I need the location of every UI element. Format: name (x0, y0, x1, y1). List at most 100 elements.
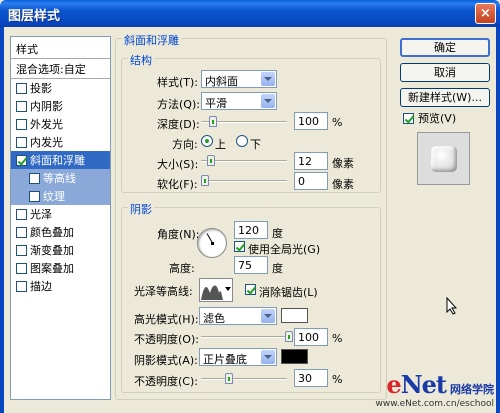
slider-thumb[interactable] (225, 373, 233, 384)
style-item-label: 斜面和浮雕 (30, 154, 85, 167)
chevron-down-icon[interactable] (261, 350, 275, 364)
gloss-contour-picker[interactable] (199, 278, 233, 302)
highlight-color-swatch[interactable] (281, 308, 308, 323)
shadow-mode-select[interactable]: 正片叠底 (199, 348, 277, 366)
style-item-texture[interactable]: 纹理 (11, 187, 110, 205)
soften-input[interactable]: 0 (294, 172, 328, 190)
chevron-down-icon[interactable] (261, 72, 275, 86)
checkbox[interactable] (16, 244, 27, 256)
style-item-label: 图案叠加 (30, 262, 74, 275)
slider-track (201, 180, 287, 182)
watermark: eNet 网络学院 www.eNet.com.cn/eschool (376, 370, 494, 409)
global-light-checkbox[interactable] (234, 241, 245, 252)
slider-thumb[interactable] (209, 116, 217, 127)
shading-title: 阴影 (128, 201, 154, 217)
shadow-opacity-unit: % (332, 373, 343, 386)
angle-center (211, 242, 214, 245)
watermark-url: www.eNet.com.cn/eschool (375, 399, 494, 409)
watermark-brand-rest: Net (400, 370, 447, 399)
soften-unit: 像素 (332, 178, 354, 191)
gloss-contour-label: 光泽等高线: (134, 285, 193, 298)
style-item-pattern-overlay[interactable]: 图案叠加 (11, 259, 110, 277)
chevron-down-icon[interactable] (225, 287, 231, 291)
shadow-opacity-input[interactable]: 30 (294, 369, 328, 387)
style-item-drop-shadow[interactable]: 投影 (11, 79, 110, 97)
checkbox[interactable] (16, 136, 27, 148)
style-item-label: 内发光 (30, 136, 63, 149)
anti-alias-checkbox[interactable] (245, 284, 256, 295)
style-list: 样式 混合选项:自定 投影 内阴影 外发光 内发光 斜面和浮雕 等高线 纹理 光… (10, 36, 111, 400)
style-item-gradient-overlay[interactable]: 渐变叠加 (11, 241, 110, 259)
style-select[interactable]: 内斜面 (201, 70, 277, 88)
depth-slider[interactable] (201, 116, 287, 127)
style-item-stroke[interactable]: 描边 (11, 277, 110, 295)
style-item-bevel-emboss[interactable]: 斜面和浮雕 (11, 151, 110, 169)
method-label: 方法(Q): (157, 98, 200, 111)
highlight-opacity-input[interactable]: 100 (294, 328, 328, 346)
window-frame-left (0, 27, 4, 413)
direction-down-radio[interactable] (236, 135, 248, 147)
ok-button[interactable]: 确定 (400, 38, 490, 57)
highlight-opacity-slider[interactable] (201, 331, 293, 342)
shadow-mode-label: 阴影模式(A): (134, 354, 198, 367)
mouse-cursor-icon (446, 297, 458, 315)
style-item-label: 颜色叠加 (30, 226, 74, 239)
preview-toggle[interactable]: 预览(V) (403, 110, 456, 126)
style-item-label: 纹理 (43, 190, 65, 203)
size-slider[interactable] (201, 155, 287, 166)
preview-label: 预览(V) (418, 112, 457, 125)
style-item-inner-glow[interactable]: 内发光 (11, 133, 110, 151)
method-select[interactable]: 平滑 (201, 92, 277, 110)
style-item-color-overlay[interactable]: 颜色叠加 (11, 223, 110, 241)
highlight-opacity-label: 不透明度(O): (134, 333, 199, 346)
style-list-header[interactable]: 样式 (11, 37, 110, 59)
style-preview (417, 132, 470, 185)
style-item-satin[interactable]: 光泽 (11, 205, 110, 223)
method-select-value: 平滑 (205, 97, 227, 110)
shadow-opacity-slider[interactable] (201, 373, 287, 384)
checkbox[interactable] (16, 208, 27, 220)
checkbox[interactable] (29, 172, 40, 184)
angle-input[interactable]: 120 (234, 221, 268, 239)
structure-title: 结构 (128, 52, 154, 68)
title-bar[interactable]: 图层样式 × (0, 0, 500, 27)
direction-up-label: 上 (215, 138, 226, 151)
cancel-button[interactable]: 取消 (400, 63, 490, 82)
style-item-label: 投影 (30, 82, 52, 95)
soften-slider[interactable] (201, 175, 287, 186)
highlight-mode-select[interactable]: 滤色 (199, 307, 277, 325)
depth-input[interactable]: 100 (294, 112, 328, 130)
slider-thumb[interactable] (207, 155, 215, 166)
close-button[interactable]: × (475, 3, 496, 24)
soften-label: 软化(F): (157, 178, 198, 191)
checkbox[interactable] (16, 262, 27, 274)
checkbox[interactable] (16, 226, 27, 238)
new-style-button[interactable]: 新建样式(W)... (400, 88, 490, 107)
angle-label: 角度(N): (157, 228, 200, 241)
checkbox[interactable] (16, 280, 27, 292)
chevron-down-icon[interactable] (261, 94, 275, 108)
style-item-contour[interactable]: 等高线 (11, 169, 110, 187)
shadow-color-swatch[interactable] (281, 349, 308, 364)
gloss-contour-icon (200, 279, 224, 301)
slider-thumb[interactable] (285, 331, 293, 342)
checkbox[interactable] (16, 154, 27, 166)
chevron-down-icon[interactable] (261, 309, 275, 323)
style-item-inner-shadow[interactable]: 内阴影 (11, 97, 110, 115)
direction-down-label: 下 (250, 138, 261, 151)
blending-options[interactable]: 混合选项:自定 (11, 59, 110, 79)
checkbox[interactable] (16, 100, 27, 112)
checkbox[interactable] (16, 82, 27, 94)
size-input[interactable]: 12 (294, 152, 328, 170)
direction-up-radio[interactable] (201, 135, 213, 147)
angle-dial[interactable] (197, 228, 227, 258)
bevel-emboss-title: 斜面和浮雕 (122, 32, 181, 48)
altitude-input[interactable]: 75 (234, 256, 268, 274)
style-select-value: 内斜面 (205, 75, 238, 88)
style-item-outer-glow[interactable]: 外发光 (11, 115, 110, 133)
shadow-opacity-label: 不透明度(C): (134, 375, 198, 388)
slider-thumb[interactable] (201, 175, 209, 186)
checkbox[interactable] (29, 190, 40, 202)
preview-checkbox[interactable] (403, 112, 414, 124)
checkbox[interactable] (16, 118, 27, 130)
